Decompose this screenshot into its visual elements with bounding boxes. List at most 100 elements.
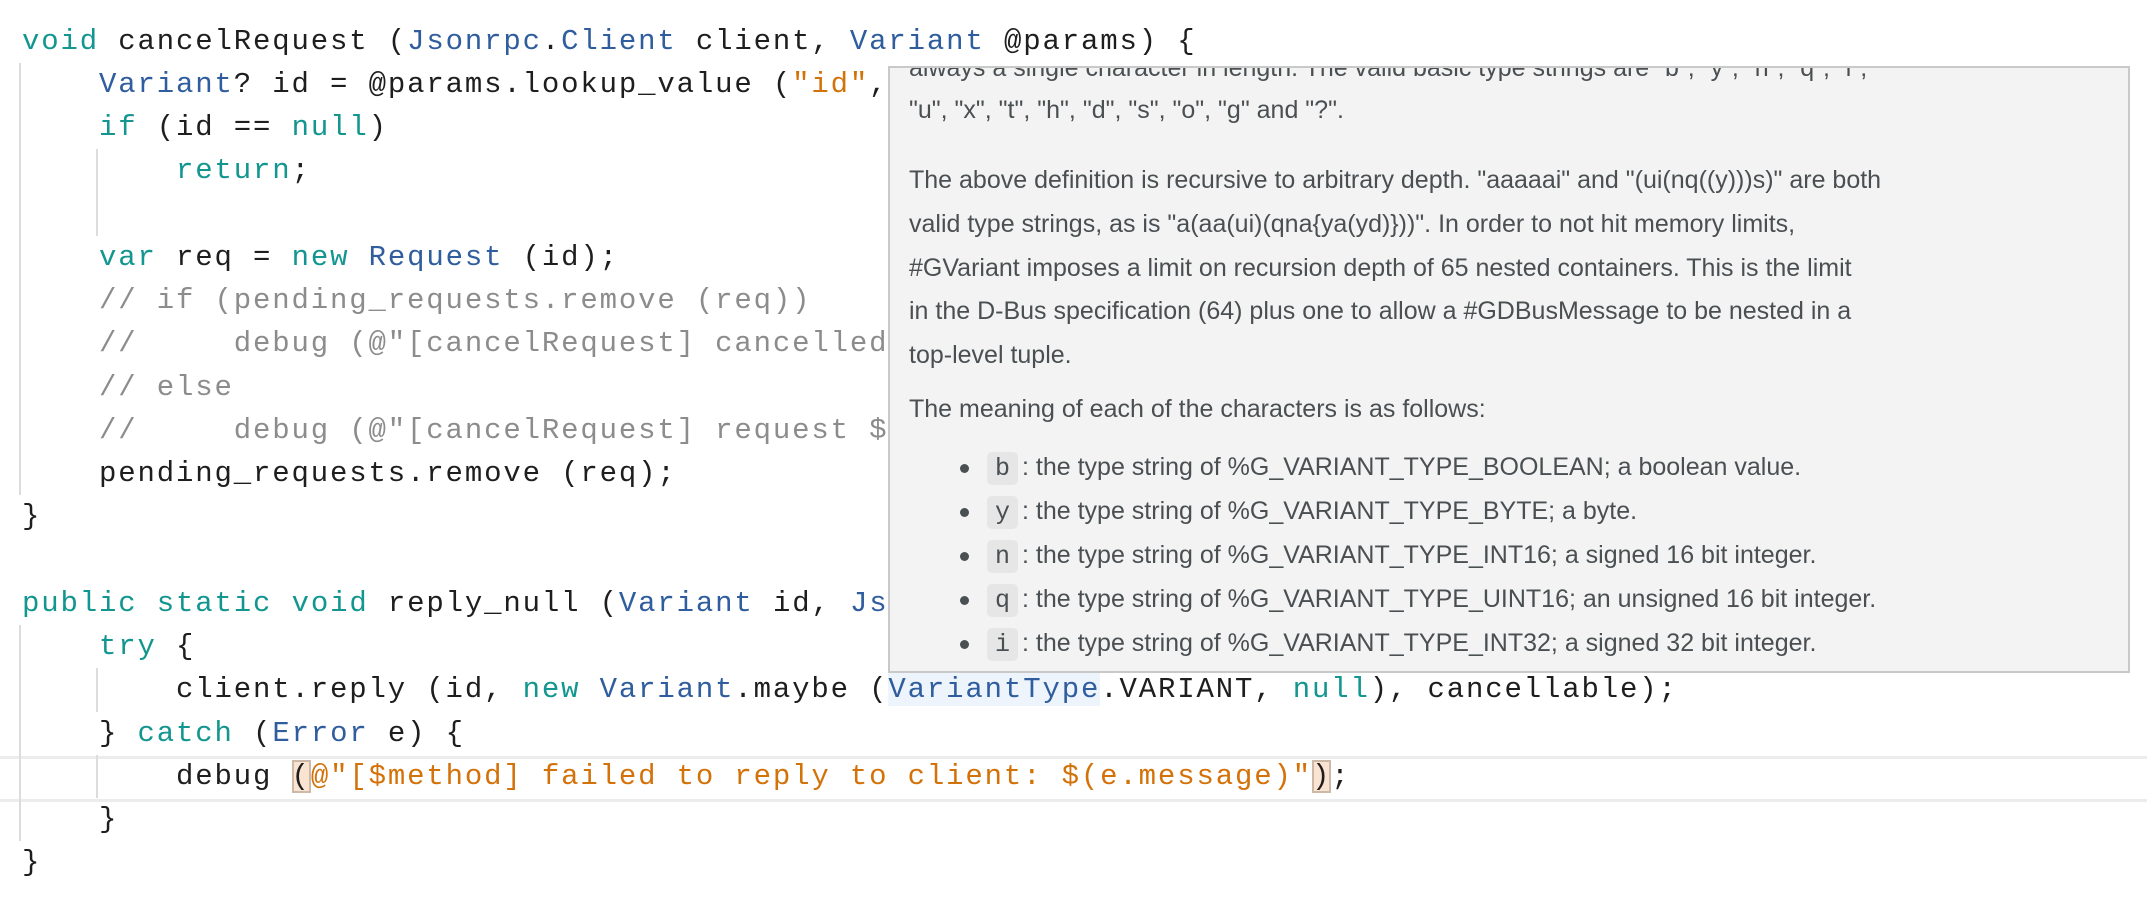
code-line[interactable]: // else: [22, 366, 234, 409]
code-token: req =: [156, 240, 292, 274]
tooltip-clipped-line: always a single character in length. The…: [909, 66, 1868, 82]
code-token: cancelRequest (: [99, 24, 408, 58]
code-token: // debug (@"[cancelRequest] cancelled: [22, 327, 889, 361]
tooltip-text: The above definition is recursive to arb…: [909, 166, 1882, 194]
code-token: null: [291, 111, 369, 145]
code-token: Variant: [849, 24, 985, 58]
bullet-icon: [960, 507, 969, 517]
code-line[interactable]: public static void reply_null (Variant i…: [22, 582, 888, 625]
code-token: @params) {: [984, 24, 1197, 58]
code-token: }: [22, 846, 42, 880]
code-token: .: [541, 24, 562, 58]
code-token: (: [233, 716, 273, 750]
code-token: null: [1292, 673, 1370, 707]
code-line[interactable]: void cancelRequest (Jsonrpc.Client clien…: [22, 20, 1196, 63]
code-token: var: [99, 240, 157, 274]
code-line[interactable]: // if (pending_requests.remove (req)): [22, 279, 811, 322]
type-code: b: [987, 452, 1019, 485]
tooltip-text: top-level tuple.: [909, 341, 1072, 369]
code-line[interactable]: debug (@"[$method] failed to reply to cl…: [22, 755, 1351, 798]
code-token: Js: [849, 586, 889, 620]
tooltip-bullet-item: b: the type string of %G_VARIANT_TYPE_BO…: [960, 445, 1801, 489]
code-token: public: [22, 586, 138, 620]
code-token: e) {: [368, 716, 465, 750]
code-token: ;: [1331, 759, 1351, 793]
code-token: "id": [792, 67, 870, 101]
code-token: Request: [368, 240, 504, 274]
tooltip-text: #GVariant imposes a limit on recursion d…: [909, 254, 1852, 282]
bullet-text: : the type string of %G_VARIANT_TYPE_UIN…: [1022, 585, 1877, 613]
code-token: ), cancellable);: [1369, 673, 1678, 707]
code-line[interactable]: pending_requests.remove (req);: [22, 452, 677, 495]
code-token: Error: [272, 716, 369, 750]
code-token: pending_requests.remove (req);: [22, 457, 677, 491]
code-line[interactable]: }: [22, 798, 118, 841]
code-token: }: [22, 716, 138, 750]
code-token: void: [22, 24, 100, 58]
code-token: try: [99, 630, 157, 664]
code-token: catch: [137, 716, 234, 750]
code-line[interactable]: }: [22, 841, 41, 884]
code-token: (id);: [503, 240, 619, 274]
type-code: q: [987, 584, 1019, 617]
code-token: ,: [869, 67, 889, 101]
code-token: ;: [291, 154, 311, 188]
type-code: y: [987, 496, 1019, 529]
code-line[interactable]: } catch (Error e) {: [22, 712, 465, 755]
code-token: new: [522, 673, 581, 707]
code-line[interactable]: // debug (@"[cancelRequest] cancelled: [22, 322, 888, 365]
tooltip-bullet-item: y: the type string of %G_VARIANT_TYPE_BY…: [960, 489, 1637, 533]
code-line[interactable]: if (id == null): [22, 106, 388, 149]
code-token: .maybe (: [734, 673, 889, 707]
bullet-icon: [960, 595, 969, 605]
type-code: n: [987, 540, 1019, 573]
code-token: Client: [561, 24, 677, 58]
code-line[interactable]: try {: [22, 625, 195, 668]
code-token: // if (pending_requests.remove (req)): [22, 284, 812, 318]
code-token: .VARIANT,: [1100, 673, 1293, 707]
code-token: return: [176, 154, 292, 188]
type-code: i: [987, 628, 1019, 661]
code-token: if: [99, 111, 138, 145]
code-token: @"[$method] failed to reply to client: $…: [310, 759, 1312, 793]
code-token: static: [156, 586, 273, 620]
code-line[interactable]: var req = new Request (id);: [22, 236, 619, 279]
code-line[interactable]: // debug (@"[cancelRequest] request $: [22, 409, 888, 452]
code-token: ): [368, 111, 388, 145]
tooltip-bullet-item: n: the type string of %G_VARIANT_TYPE_IN…: [960, 533, 1816, 577]
code-token: void: [291, 586, 369, 620]
tooltip-bullet-item: q: the type string of %G_VARIANT_TYPE_UI…: [960, 577, 1876, 621]
code-line[interactable]: }: [22, 495, 41, 538]
bullet-icon: [960, 551, 969, 561]
code-token: Jsonrpc: [407, 24, 542, 58]
indent-guide: [19, 625, 21, 842]
tooltip-text: The meaning of each of the characters is…: [909, 395, 1486, 423]
tooltip-text: "u", "x", "t", "h", "d", "s", "o", "g" a…: [909, 96, 1344, 124]
code-token: }: [22, 500, 42, 534]
code-token: reply_null (: [368, 586, 619, 620]
documentation-tooltip[interactable]: always a single character in length. The…: [888, 66, 2130, 673]
indent-guide: [19, 62, 21, 496]
code-line[interactable]: return;: [22, 149, 311, 192]
bullet-text: : the type string of %G_VARIANT_TYPE_BYT…: [1022, 497, 1638, 525]
matching-bracket: (: [291, 759, 311, 793]
code-token: (id ==: [137, 111, 292, 145]
bullet-icon: [960, 639, 969, 649]
code-token: client,: [676, 24, 850, 58]
bullet-icon: [960, 463, 969, 473]
tooltip-text: valid type strings, as is "a(aa(ui)(qna{…: [909, 210, 1796, 238]
code-line[interactable]: Variant? id = @params.lookup_value ("id"…: [22, 63, 888, 106]
tooltip-bullet-item: i: the type string of %G_VARIANT_TYPE_IN…: [960, 621, 1816, 665]
tooltip-text: in the D-Bus specification (64) plus one…: [909, 297, 1852, 325]
code-token: new: [291, 240, 350, 274]
code-line[interactable]: client.reply (id, new Variant.maybe (Var…: [22, 668, 1678, 711]
